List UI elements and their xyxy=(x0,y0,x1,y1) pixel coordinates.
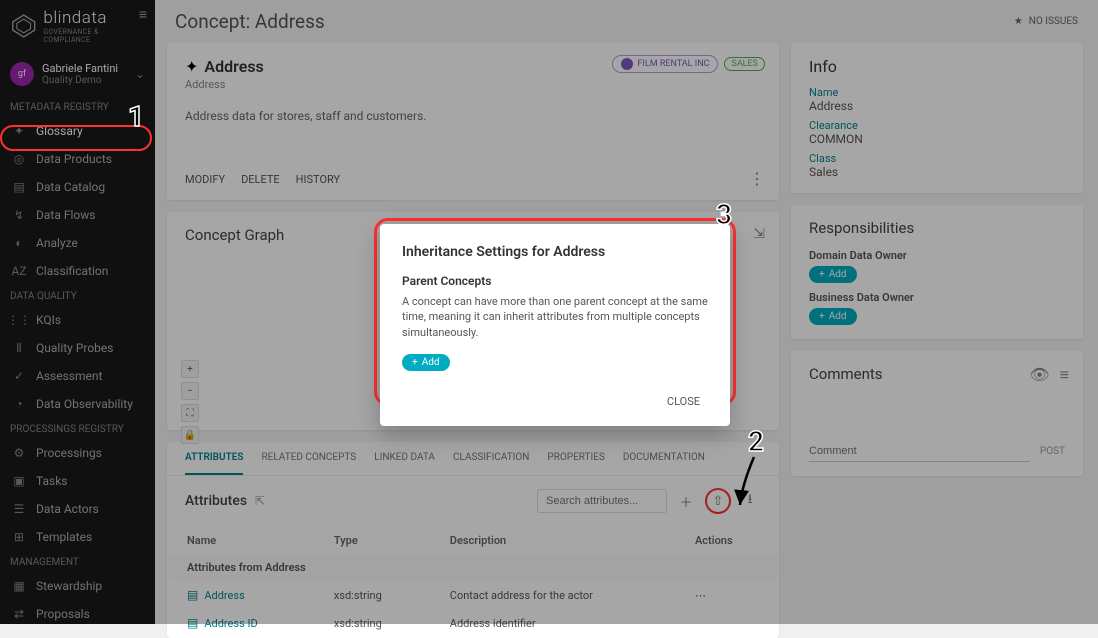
add-label: Add xyxy=(422,357,440,368)
close-button[interactable]: CLOSE xyxy=(659,389,708,414)
add-parent-concept-button[interactable]: + Add xyxy=(402,354,450,371)
plus-icon: + xyxy=(412,357,418,368)
inheritance-modal: Inheritance Settings for Address Parent … xyxy=(380,224,730,426)
modal-title: Inheritance Settings for Address xyxy=(402,244,708,260)
annotation-number-3: 3 xyxy=(716,198,732,231)
modal-subtitle: Parent Concepts xyxy=(402,274,708,288)
annotation-number-2: 2 xyxy=(748,425,764,458)
annotation-number-1: 1 xyxy=(128,100,144,133)
modal-text: A concept can have more than one parent … xyxy=(402,294,708,340)
